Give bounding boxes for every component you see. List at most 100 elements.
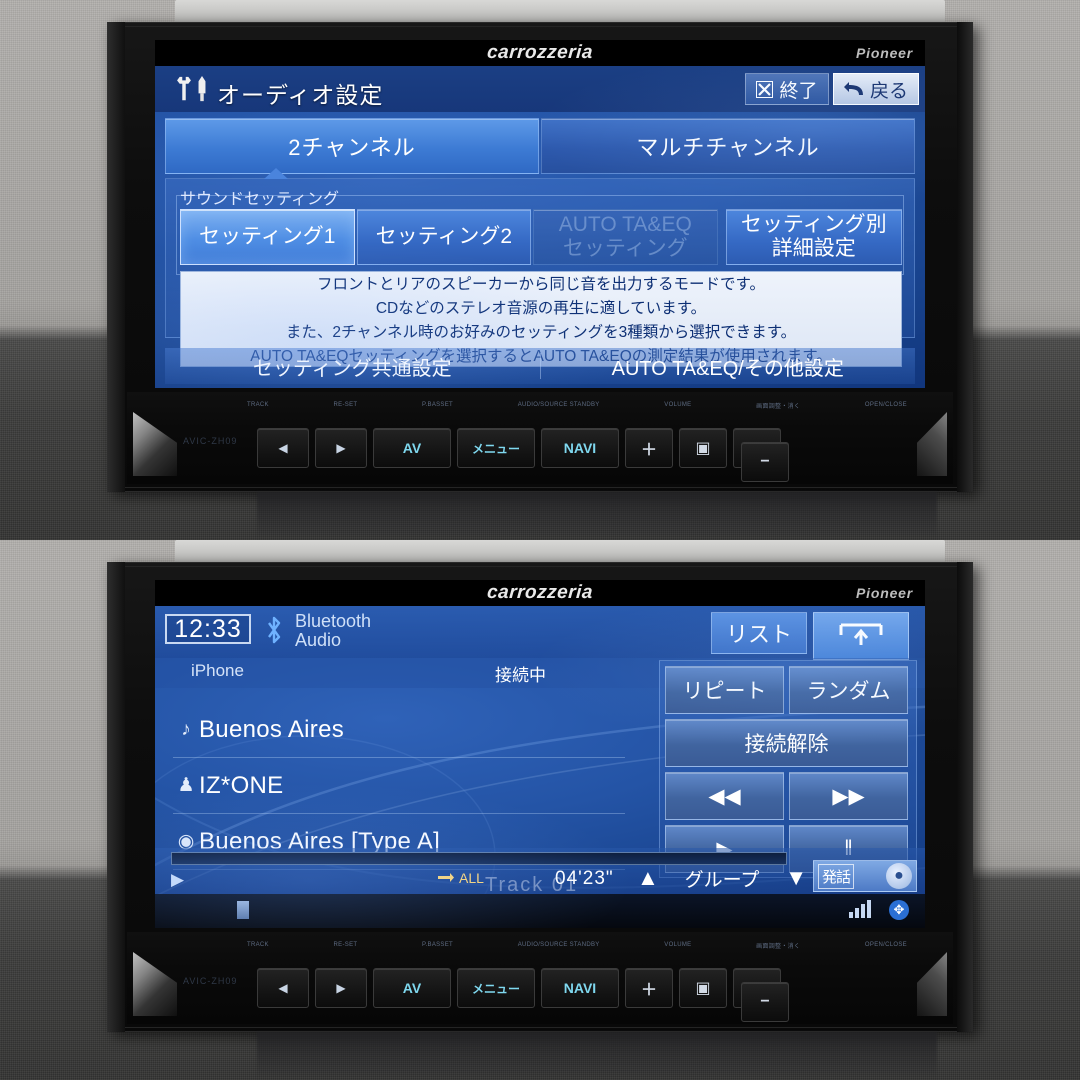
av-button-2[interactable]: AV — [373, 968, 451, 1008]
connection-status: 接続中 — [495, 666, 546, 685]
deck-right-trim-2 — [917, 952, 947, 1016]
tab-multichannel-label: マルチチャンネル — [636, 135, 820, 160]
deck-label2-3: AUDIO/SOURCE STANDBY — [517, 942, 600, 948]
pioneer-logo: Pioneer — [856, 45, 913, 61]
lcd-screen-audio[interactable]: 12:33 Bluetooth Audio リスト iPhone 接続中 ♪ B… — [155, 606, 925, 928]
group-down-button[interactable]: ▼ — [785, 865, 807, 891]
repeat-icon — [438, 873, 454, 882]
note-icon: ♪ — [181, 718, 191, 740]
play-state-icon: ▶ — [171, 870, 185, 889]
tab-2channel[interactable]: 2チャンネル — [165, 118, 539, 174]
voice-command-button[interactable]: 発話 ● — [813, 860, 917, 892]
screwdriver-icon — [198, 76, 206, 102]
track-prev-button-2[interactable]: ◀ — [257, 968, 309, 1008]
menu-button[interactable]: メニュー — [457, 428, 535, 468]
tab-list[interactable]: リスト — [711, 612, 807, 654]
page-title: オーディオ設定 — [217, 82, 384, 108]
deck-label2-6: OPEN/CLOSE — [864, 942, 907, 948]
back-arrow-icon — [843, 81, 863, 95]
deck-label2-5: 画面調整・消く — [756, 943, 801, 950]
pioneer-logo-2: Pioneer — [856, 585, 913, 601]
elapsed-time: 04'23" — [555, 868, 614, 889]
screen-up-arrow-icon — [839, 623, 883, 645]
deck-label-2: P.BASSET — [422, 402, 454, 408]
deck-label-3: AUDIO/SOURCE STANDBY — [517, 402, 600, 408]
playback-control-panel: リピート ランダム 接続解除 ◀◀ ▶▶ ▶ ‖ — [659, 660, 917, 878]
settings-footer: セッティング共通設定 AUTO TA&EQ/その他設定 — [165, 348, 915, 384]
setting-1-label: セッティング1 — [199, 224, 336, 248]
navi-button[interactable]: NAVI — [541, 428, 619, 468]
volume-up-button[interactable]: ＋ — [625, 428, 673, 468]
repeat-mode-label: ALL — [459, 870, 484, 886]
source-line-2: Audio — [295, 629, 342, 650]
deck-label2-0: TRACK — [247, 942, 269, 948]
volume-down-button[interactable]: − — [741, 442, 789, 482]
physical-keys: ◀ ▶ AV メニュー NAVI − ＋ ▣ ⏏ — [257, 426, 907, 482]
back-button[interactable]: 戻る — [833, 73, 919, 105]
group-up-button[interactable]: ▲ — [637, 865, 659, 891]
metadata-row-artist: ♟ IZ*ONE — [173, 758, 625, 814]
common-setting-button[interactable]: セッティング共通設定 — [165, 348, 540, 384]
deck-label2-1: RE-SET — [333, 942, 358, 948]
detailed-setting-line1: セッティング別 — [740, 212, 887, 236]
tab-2channel-label: 2チャンネル — [288, 135, 416, 160]
track-prev-button[interactable]: ◀ — [257, 428, 309, 468]
description-line-3: また、2チャンネル時のお好みのセッティングを3種類から選択できます。 — [285, 324, 797, 341]
track-title: Buenos Aires — [199, 715, 345, 743]
disconnect-button[interactable]: 接続解除 — [665, 719, 908, 767]
display-button-2[interactable]: ▣ — [679, 968, 727, 1008]
deck-tiny-labels-2: TRACK RE-SET P.BASSET AUDIO/SOURCE STAND… — [247, 938, 907, 952]
deck-label-1: RE-SET — [333, 402, 358, 408]
track-metadata: ♪ Buenos Aires ♟ IZ*ONE ◉ Buenos Aires [… — [173, 702, 625, 870]
rewind-button[interactable]: ◀◀ — [665, 772, 784, 820]
photo-panel-audio: carrozzeria Pioneer 12:33 Bluetooth Audi… — [0, 540, 1080, 1080]
deck-label-5: 画面調整・消く — [756, 403, 801, 410]
navi-button-2[interactable]: NAVI — [541, 968, 619, 1008]
track-next-button-2[interactable]: ▶ — [315, 968, 367, 1008]
deck-left-trim — [133, 412, 177, 476]
track-artist: IZ*ONE — [199, 771, 284, 799]
clock: 12:33 — [165, 614, 251, 644]
volume-down-button-2[interactable]: − — [741, 982, 789, 1022]
connected-device-name: iPhone — [191, 661, 244, 680]
auto-ta-eq-other-setting-button[interactable]: AUTO TA&EQ/その他設定 — [541, 348, 916, 384]
fast-forward-button[interactable]: ▶▶ — [789, 772, 908, 820]
deck-left-trim-2 — [133, 952, 177, 1016]
description-line-2: CDなどのステレオ音源の再生に適しています。 — [375, 300, 707, 317]
tab-screen-off[interactable] — [813, 612, 909, 660]
repeat-button[interactable]: リピート — [665, 666, 784, 714]
deck-tiny-labels: TRACK RE-SET P.BASSET AUDIO/SOURCE STAND… — [247, 398, 907, 412]
brand-strip: carrozzeria Pioneer — [155, 40, 925, 66]
track-next-button[interactable]: ▶ — [315, 428, 367, 468]
settings-header: オーディオ設定 終了 戻る — [155, 66, 925, 112]
volume-up-button-2[interactable]: ＋ — [625, 968, 673, 1008]
carrozzeria-logo-2: carrozzeria — [486, 582, 594, 603]
deck-label-0: TRACK — [247, 402, 269, 408]
random-button[interactable]: ランダム — [789, 666, 908, 714]
setting-2-button[interactable]: セッティング2 — [356, 209, 532, 265]
sd-card-icon — [237, 901, 249, 919]
close-icon — [756, 80, 774, 98]
tab-multichannel[interactable]: マルチチャンネル — [541, 118, 915, 174]
display-button[interactable]: ▣ — [679, 428, 727, 468]
auto-ta-eq-line1: AUTO TA&EQ — [558, 212, 692, 236]
carrozzeria-logo: carrozzeria — [486, 42, 594, 63]
exit-button[interactable]: 終了 — [745, 73, 829, 105]
detailed-setting-button[interactable]: セッティング別 詳細設定 — [725, 209, 903, 265]
seek-area: ▶ ALL 04'23" ▲ グループ ▼ 発話 ● — [155, 848, 925, 894]
back-label: 戻る — [869, 80, 908, 102]
sound-setting-group-label: サウンドセッティング — [180, 191, 340, 208]
status-bar: ✥ — [155, 894, 925, 928]
source-line-1: Bluetooth — [295, 611, 372, 631]
setting-1-button[interactable]: セッティング1 — [180, 209, 355, 265]
deck-label2-4: VOLUME — [664, 942, 692, 948]
av-button[interactable]: AV — [373, 428, 451, 468]
lcd-screen-settings[interactable]: オーディオ設定 終了 戻る 2チャンネル マルチチャンネル サウンドセッティング… — [155, 66, 925, 388]
bluetooth-icon — [268, 616, 281, 644]
menu-button-2[interactable]: メニュー — [457, 968, 535, 1008]
group-selector: ▲ グループ ▼ — [637, 864, 807, 892]
setting-2-label: セッティング2 — [375, 224, 512, 248]
unit-right-edge — [957, 22, 973, 492]
model-label: AVIC-ZH09 — [183, 436, 238, 446]
description-line-1: フロントとリアのスピーカーから同じ音を出力するモードです。 — [317, 276, 765, 293]
